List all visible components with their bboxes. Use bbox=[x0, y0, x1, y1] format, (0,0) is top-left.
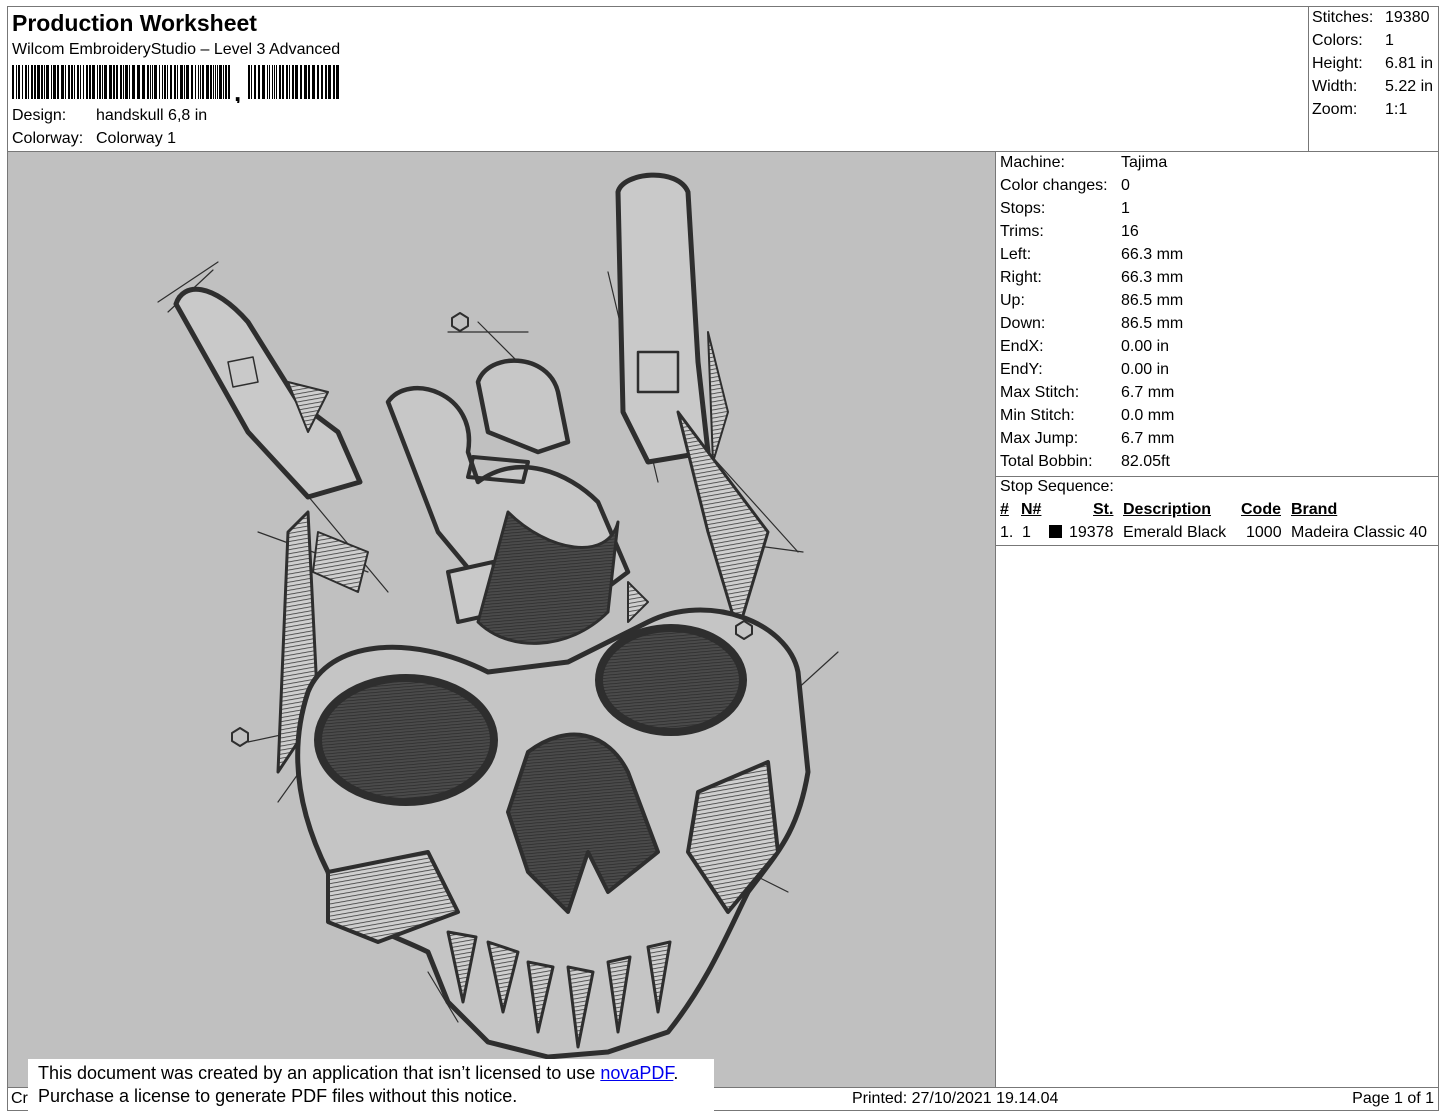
info-value: 1 bbox=[1121, 200, 1130, 217]
novapdf-link[interactable]: novaPDF bbox=[600, 1063, 673, 1083]
stat-row: Height: 6.81 in bbox=[1312, 55, 1433, 73]
colorway-value: Colorway 1 bbox=[96, 130, 177, 147]
worksheet-title: Production Worksheet bbox=[12, 10, 257, 36]
info-label: Max Jump: bbox=[1000, 430, 1079, 447]
barcode: , bbox=[12, 65, 339, 103]
info-row: Right: 66.3 mm bbox=[1000, 269, 1183, 287]
info-row: Total Bobbin: 82.05ft bbox=[1000, 453, 1170, 471]
info-label: Machine: bbox=[1000, 154, 1065, 171]
info-row: Down: 86.5 mm bbox=[1000, 315, 1183, 333]
column-header-description: Description bbox=[1123, 501, 1212, 518]
info-value: 0.0 mm bbox=[1121, 407, 1175, 424]
info-label: Up: bbox=[1000, 292, 1025, 309]
header-info: Production Worksheet Wilcom EmbroiderySt… bbox=[8, 7, 1308, 151]
info-label: Max Stitch: bbox=[1000, 384, 1080, 401]
barcode-separator: , bbox=[234, 77, 241, 103]
info-row: Left: 66.3 mm bbox=[1000, 246, 1183, 264]
stat-label: Height: bbox=[1312, 55, 1363, 72]
stat-row: Colors: 1 bbox=[1312, 32, 1394, 50]
row-brand: Madeira Classic 40 bbox=[1291, 524, 1428, 541]
info-label: Down: bbox=[1000, 315, 1046, 332]
info-row: Machine: Tajima bbox=[1000, 154, 1167, 172]
notice-line-2: Purchase a license to generate PDF files… bbox=[38, 1086, 518, 1106]
stat-value: 1 bbox=[1385, 32, 1394, 49]
info-row: EndY: 0.00 in bbox=[1000, 361, 1169, 379]
software-name: Wilcom EmbroideryStudio – Level 3 Advanc… bbox=[12, 41, 341, 58]
stat-value: 1:1 bbox=[1385, 101, 1408, 118]
info-label: EndX: bbox=[1000, 338, 1044, 355]
stat-label: Zoom: bbox=[1312, 101, 1358, 118]
notice-line-1: This document was created by an applicat… bbox=[38, 1062, 714, 1085]
column-header-number: # bbox=[1000, 501, 1009, 518]
info-label: Color changes: bbox=[1000, 177, 1108, 194]
divider bbox=[996, 545, 1438, 546]
printed-timestamp: Printed: 27/10/2021 19.14.04 bbox=[852, 1090, 1059, 1107]
design-preview bbox=[7, 151, 996, 1088]
column-header-needle: N# bbox=[1021, 501, 1042, 518]
notice-period: . bbox=[673, 1063, 679, 1083]
info-label: Min Stitch: bbox=[1000, 407, 1075, 424]
info-row: Stops: 1 bbox=[1000, 200, 1130, 218]
info-value: Tajima bbox=[1121, 154, 1168, 171]
colorway-label: Colorway: bbox=[12, 130, 84, 147]
stat-label: Stitches: bbox=[1312, 9, 1374, 26]
worksheet-header: Production Worksheet Wilcom EmbroiderySt… bbox=[7, 6, 1439, 152]
info-label: Stops: bbox=[1000, 200, 1046, 217]
design-row: Design: handskull 6,8 in bbox=[12, 107, 207, 125]
stat-row: Zoom: 1:1 bbox=[1312, 101, 1407, 119]
info-row: Max Stitch: 6.7 mm bbox=[1000, 384, 1174, 402]
info-row: Color changes: 0 bbox=[1000, 177, 1130, 195]
stat-value: 19380 bbox=[1385, 9, 1430, 26]
info-row: Up: 86.5 mm bbox=[1000, 292, 1183, 310]
info-label: Left: bbox=[1000, 246, 1032, 263]
design-stats: Stitches: 19380 Colors: 1 Height: 6.81 i… bbox=[1308, 7, 1439, 151]
info-value: 6.7 mm bbox=[1121, 430, 1175, 447]
info-row: Min Stitch: 0.0 mm bbox=[1000, 407, 1174, 425]
design-value: handskull 6,8 in bbox=[96, 107, 208, 124]
info-label: Total Bobbin: bbox=[1000, 453, 1093, 470]
embroidery-design-image bbox=[157, 172, 839, 1060]
info-value: 0.00 in bbox=[1121, 361, 1170, 378]
page-number: Page 1 of 1 bbox=[1352, 1090, 1434, 1107]
stat-row: Stitches: 19380 bbox=[1312, 9, 1430, 27]
row-description: Emerald Black bbox=[1123, 524, 1227, 541]
machine-info-panel: Machine: Tajima Color changes: 0 Stops: … bbox=[995, 151, 1439, 1088]
stat-label: Width: bbox=[1312, 78, 1358, 95]
info-value: 0 bbox=[1121, 177, 1130, 194]
colorway-row: Colorway: Colorway 1 bbox=[12, 130, 176, 148]
thread-color-swatch bbox=[1049, 525, 1062, 538]
info-value: 86.5 mm bbox=[1121, 315, 1184, 332]
info-value: 6.7 mm bbox=[1121, 384, 1175, 401]
info-label: Right: bbox=[1000, 269, 1042, 286]
design-label: Design: bbox=[12, 107, 67, 124]
row-needle: 1 bbox=[1022, 524, 1031, 541]
info-value: 16 bbox=[1121, 223, 1139, 240]
row-stitches: 19378 bbox=[1069, 524, 1114, 541]
stat-value: 6.81 in bbox=[1385, 55, 1434, 72]
info-label: EndY: bbox=[1000, 361, 1043, 378]
info-value: 66.3 mm bbox=[1121, 269, 1184, 286]
info-value: 86.5 mm bbox=[1121, 292, 1184, 309]
info-value: 82.05ft bbox=[1121, 453, 1170, 470]
column-header-brand: Brand bbox=[1291, 501, 1338, 518]
info-value: 0.00 in bbox=[1121, 338, 1170, 355]
info-row: Max Jump: 6.7 mm bbox=[1000, 430, 1174, 448]
license-notice: This document was created by an applicat… bbox=[28, 1059, 714, 1117]
info-label: Trims: bbox=[1000, 223, 1044, 240]
stat-label: Colors: bbox=[1312, 32, 1363, 49]
row-code: 1000 bbox=[1246, 524, 1282, 541]
info-value: 66.3 mm bbox=[1121, 246, 1184, 263]
stat-value: 5.22 in bbox=[1385, 78, 1434, 95]
row-number: 1. bbox=[1000, 524, 1014, 541]
created-by-text: Cr bbox=[11, 1090, 28, 1107]
column-header-stitches: St. bbox=[1093, 501, 1114, 518]
stat-row: Width: 5.22 in bbox=[1312, 78, 1433, 96]
notice-text: This document was created by an applicat… bbox=[38, 1063, 601, 1083]
divider bbox=[996, 476, 1438, 477]
column-header-code: Code bbox=[1241, 501, 1281, 518]
info-row: EndX: 0.00 in bbox=[1000, 338, 1169, 356]
stop-sequence-title: Stop Sequence: bbox=[1000, 478, 1114, 495]
info-row: Trims: 16 bbox=[1000, 223, 1139, 241]
